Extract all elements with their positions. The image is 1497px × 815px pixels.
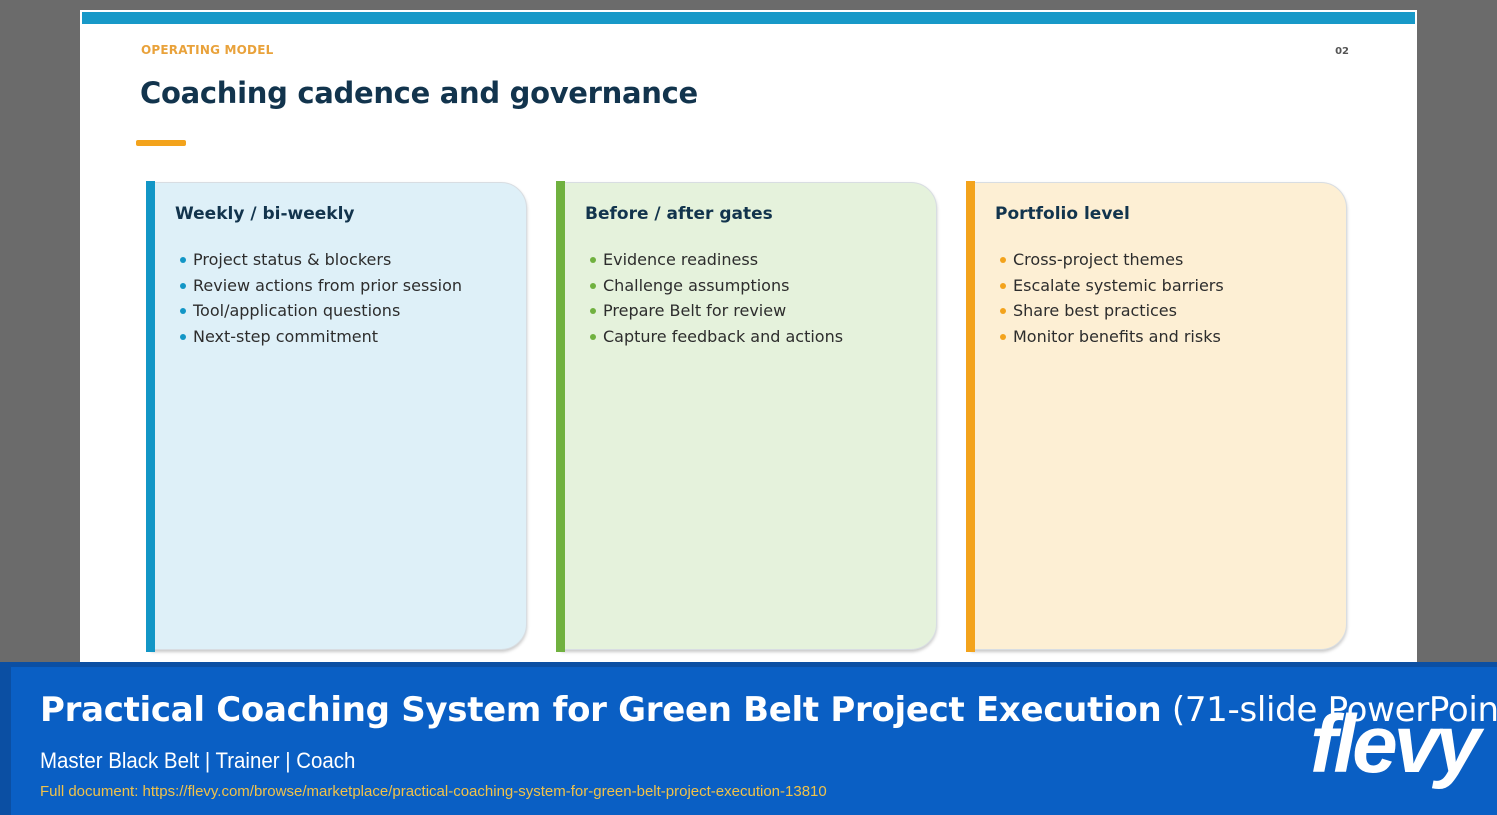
list-item: Next-step commitment <box>179 324 462 350</box>
bullet-dot-icon <box>180 282 186 289</box>
list-item-text: Cross-project themes <box>1013 250 1184 269</box>
banner-top-line <box>0 662 1497 667</box>
card-title: Portfolio level <box>995 204 1130 224</box>
bullet-dot-icon <box>590 282 596 289</box>
list-item-text: Prepare Belt for review <box>603 301 787 321</box>
list-item: Tool/application questions <box>179 298 462 324</box>
section-kicker: OPERATING MODEL <box>141 43 274 57</box>
page-number: 02 <box>1335 46 1349 57</box>
slide-title: Coaching cadence and governance <box>140 76 698 110</box>
bullet-dot-icon <box>1000 257 1006 263</box>
bullet-dot-icon <box>590 308 596 315</box>
card-portfolio: Portfolio level Cross-project themes Esc… <box>966 181 1347 652</box>
bullet-dot-icon <box>1000 333 1006 340</box>
list-item: Challenge assumptions <box>589 273 843 299</box>
card-box: Portfolio level Cross-project themes Esc… <box>971 182 1347 650</box>
list-item-text: Challenge assumptions <box>603 275 790 295</box>
card-stripe <box>556 181 565 652</box>
full-document-link[interactable]: Full document: https://flevy.com/browse/… <box>40 783 827 800</box>
bullet-dot-icon <box>180 308 186 315</box>
promo-banner: Practical Coaching System for Green Belt… <box>0 662 1497 815</box>
list-item: Monitor benefits and risks <box>999 324 1224 350</box>
list-item-text: Evidence readiness <box>603 250 759 269</box>
bullet-list: Project status & blockers Review actions… <box>179 247 462 349</box>
list-item: Cross-project themes <box>999 247 1224 273</box>
slide: OPERATING MODEL 02 Coaching cadence and … <box>80 10 1417 662</box>
flevy-logo: flevy <box>1310 699 1481 790</box>
banner-left-edge <box>0 662 11 815</box>
bullet-list: Cross-project themes Escalate systemic b… <box>999 247 1224 349</box>
list-item-text: Escalate systemic barriers <box>1013 275 1224 295</box>
list-item-text: Project status & blockers <box>193 250 392 269</box>
list-item-text: Share best practices <box>1013 301 1177 321</box>
list-item: Escalate systemic barriers <box>999 273 1224 299</box>
list-item: Share best practices <box>999 298 1224 324</box>
bullet-dot-icon <box>590 333 596 340</box>
card-title: Before / after gates <box>585 204 773 224</box>
slide-top-bar <box>82 12 1415 24</box>
list-item-text: Review actions from prior session <box>193 275 463 295</box>
card-weekly: Weekly / bi-weekly Project status & bloc… <box>146 181 527 652</box>
bullet-list: Evidence readiness Challenge assumptions… <box>589 247 843 349</box>
title-accent-bar <box>136 140 186 146</box>
bullet-dot-icon <box>180 257 186 263</box>
banner-subtitle: Master Black Belt | Trainer | Coach <box>40 748 356 773</box>
list-item-text: Tool/application questions <box>193 301 401 321</box>
list-item: Review actions from prior session <box>179 273 462 299</box>
card-box: Before / after gates Evidence readiness … <box>561 182 937 650</box>
list-item-text: Monitor benefits and risks <box>1013 326 1221 346</box>
list-item: Capture feedback and actions <box>589 324 843 350</box>
list-item-text: Capture feedback and actions <box>603 326 844 346</box>
banner-title-main: Practical Coaching System for Green Belt… <box>40 690 1162 730</box>
list-item: Evidence readiness <box>589 247 843 273</box>
card-stripe <box>146 181 155 652</box>
list-item-text: Next-step commitment <box>193 326 379 346</box>
card-box: Weekly / bi-weekly Project status & bloc… <box>151 182 527 650</box>
card-stripe <box>966 181 975 652</box>
card-gates: Before / after gates Evidence readiness … <box>556 181 937 652</box>
list-item: Project status & blockers <box>179 247 462 273</box>
banner-title: Practical Coaching System for Green Belt… <box>40 690 1497 730</box>
list-item: Prepare Belt for review <box>589 298 843 324</box>
bullet-dot-icon <box>180 333 186 340</box>
bullet-dot-icon <box>590 257 596 263</box>
card-title: Weekly / bi-weekly <box>175 204 355 224</box>
bullet-dot-icon <box>1000 308 1006 315</box>
bullet-dot-icon <box>1000 282 1006 289</box>
